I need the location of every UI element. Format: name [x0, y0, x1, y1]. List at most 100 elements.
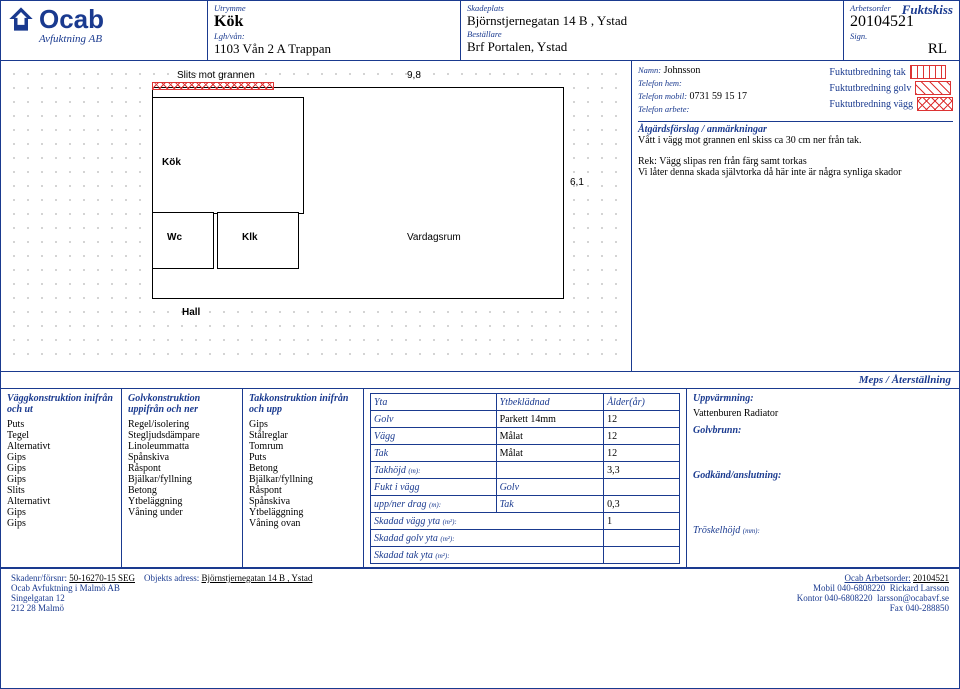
- atgard-line1: Vått i vägg mot grannen enl skiss ca 30 …: [638, 135, 953, 146]
- sketch-area: Slits mot grannen Kök Wc Klk Vardagsrum …: [1, 61, 632, 371]
- list-item: Gips: [7, 452, 115, 463]
- kok-label: Kök: [162, 157, 181, 168]
- dim-height: 6,1: [570, 177, 584, 188]
- f-addr1: Singelgatan 12: [11, 593, 441, 603]
- footer-right: Ocab Arbetsorder: 20104521 Mobil 040-680…: [461, 573, 949, 613]
- f-skadenr-lbl: Skadenr/försnr:: [11, 573, 67, 583]
- golvb-head: Golvbrunn:: [693, 425, 953, 436]
- list-item: Alternativt: [7, 441, 115, 452]
- col-skadeplats: Skadeplats Björnstjernegatan 14 B , Ysta…: [460, 1, 843, 60]
- list-item: Gips: [7, 474, 115, 485]
- legend-tak-label: Fuktutbredning tak: [829, 67, 905, 78]
- tak-head: Takkonstruktion inifrån och upp: [249, 393, 357, 415]
- r-vagg-a: 12: [604, 428, 680, 445]
- list-item: Alternativt: [7, 496, 115, 507]
- col-yta: YtaYtbeklädnadÅlder(år) GolvParkett 14mm…: [364, 389, 687, 567]
- golv-list: Regel/isoleringStegljudsdämpareLinoleumm…: [128, 419, 236, 518]
- r-golv-a: 12: [604, 411, 680, 428]
- slits-label: Slits mot grannen: [177, 70, 255, 81]
- yta-h1: Yta: [371, 394, 497, 411]
- dim-width: 9,8: [407, 70, 421, 81]
- telmob-value: 0731 59 15 17: [690, 91, 748, 102]
- f-fax: 040-288850: [906, 603, 950, 613]
- f-kontor-lbl: Kontor: [797, 593, 823, 603]
- list-item: Betong: [128, 485, 236, 496]
- list-item: Gips: [7, 507, 115, 518]
- r-takcol: Tak: [496, 496, 603, 513]
- skadeplats-value: Björnstjernegatan 14 B , Ystad: [467, 13, 837, 29]
- vagg-head: Väggkonstruktion inifrån och ut: [7, 393, 115, 415]
- list-item: Stegljudsdämpare: [128, 430, 236, 441]
- u5: (m²):: [435, 552, 449, 560]
- f-email: larsson@ocabavf.se: [877, 593, 949, 603]
- list-item: Spånskiva: [128, 452, 236, 463]
- yta-h3: Ålder(år): [604, 394, 680, 411]
- r-golv: Golv: [371, 411, 497, 428]
- r-takhojd: Takhöjd: [374, 465, 406, 476]
- r-takhojd-v: 3,3: [604, 462, 680, 479]
- room-kok: [152, 97, 304, 214]
- info-col: Namn: Johnsson Telefon hem: Telefon mobi…: [632, 61, 959, 371]
- f-company: Ocab Avfuktning i Malmö AB: [11, 583, 441, 593]
- list-item: Våning under: [128, 507, 236, 518]
- legend-tak: Fuktutbredning tak: [829, 65, 953, 79]
- r-upp: upp/ner drag: [374, 499, 427, 510]
- f-obj-lbl: Objekts adress:: [144, 573, 199, 583]
- damage-marker: [152, 82, 274, 90]
- sign-value: RL: [850, 41, 947, 58]
- legend-golv-label: Fuktutbredning golv: [829, 83, 911, 94]
- tak-list: GipsStålreglarTomrumPutsBetongBjälkar/fy…: [249, 419, 357, 529]
- footer-left: Skadenr/försnr: 50-16270-15 SEG Objekts …: [11, 573, 441, 613]
- meps-bar: Meps / Återställning: [1, 371, 959, 389]
- legend-tak-swatch: [910, 65, 946, 79]
- list-item: Ytbeläggning: [128, 496, 236, 507]
- utrymme-value: Kök: [214, 13, 454, 31]
- list-item: Råspont: [249, 485, 357, 496]
- footer: Skadenr/försnr: 50-16270-15 SEG Objekts …: [1, 568, 959, 615]
- vagg-list: PutsTegelAlternativtGipsGipsGipsSlitsAlt…: [7, 419, 115, 529]
- page: Fuktskiss Ocab Avfuktning AB Utrymme Kök…: [0, 0, 960, 689]
- tros-label: Tröskelhöjd: [693, 525, 740, 536]
- atgard-line3: Vi låter denna skada självtorka då här i…: [638, 167, 953, 178]
- r-skg: Skadad golv yta: [374, 533, 438, 544]
- utrymme-label: Utrymme: [214, 3, 454, 13]
- f-arb: 20104521: [913, 573, 949, 583]
- tros-unit: (mm):: [743, 527, 760, 535]
- list-item: Bjälkar/fyllning: [128, 474, 236, 485]
- f-skadenr: 50-16270-15 SEG: [69, 573, 135, 583]
- r-vagg: Vägg: [371, 428, 497, 445]
- list-item: Linoleummatta: [128, 441, 236, 452]
- namn-value: Johnsson: [664, 65, 701, 76]
- logo: Ocab: [7, 5, 207, 33]
- f-kontor: 040-6808220: [824, 593, 872, 603]
- r-tak-a: 12: [604, 445, 680, 462]
- god-head: Godkänd/anslutning:: [693, 470, 953, 481]
- f-obj: Björnstjernegatan 14 B , Ystad: [202, 573, 313, 583]
- legend-vagg-swatch: [917, 97, 953, 111]
- f-arb-lbl: Ocab Arbetsorder:: [845, 573, 911, 583]
- info-top: Namn: Johnsson Telefon hem: Telefon mobi…: [638, 65, 953, 117]
- u4: (m²):: [440, 535, 454, 543]
- mid-section: Slits mot grannen Kök Wc Klk Vardagsrum …: [1, 61, 959, 371]
- r-skt: Skadad tak yta: [374, 550, 433, 561]
- r-golv-b: Parkett 14mm: [496, 411, 603, 428]
- lgh-value: 1103 Vån 2 A Trappan: [214, 41, 454, 57]
- yta-h2: Ytbeklädnad: [496, 394, 603, 411]
- doc-title: Fuktskiss: [902, 2, 953, 18]
- r-skv-v: 1: [604, 513, 680, 530]
- f-mob: 040-6808220: [837, 583, 885, 593]
- uppv-head: Uppvärmning:: [693, 393, 953, 404]
- vard-label: Vardagsrum: [407, 232, 461, 243]
- logo-text: Ocab: [39, 6, 104, 32]
- list-item: Tegel: [7, 430, 115, 441]
- bestallare-value: Brf Portalen, Ystad: [467, 39, 837, 55]
- list-item: Regel/isolering: [128, 419, 236, 430]
- skadeplats-label: Skadeplats: [467, 3, 837, 13]
- col-utrymme: Utrymme Kök Lgh/vån: 1103 Vån 2 A Trappa…: [207, 1, 460, 60]
- list-item: Gips: [7, 463, 115, 474]
- list-item: Ytbeläggning: [249, 507, 357, 518]
- col-right: Uppvärmning: Vattenburen Radiator Golvbr…: [687, 389, 959, 567]
- atgard-line2: Rek: Vägg slipas ren från färg samt tork…: [638, 156, 953, 167]
- atgard-heading: Åtgärdsförslag / anmärkningar: [638, 121, 953, 135]
- r-tak-b: Målat: [496, 445, 603, 462]
